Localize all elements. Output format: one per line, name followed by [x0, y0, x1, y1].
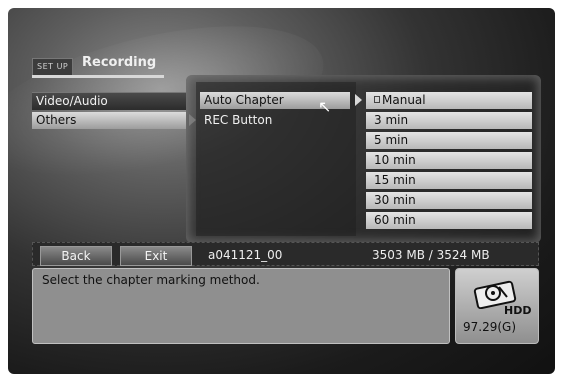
- option-label: 3 min: [374, 113, 409, 127]
- title-name: a041121_00: [208, 248, 283, 262]
- option-label: 15 min: [374, 173, 416, 187]
- option-5-min[interactable]: 5 min: [366, 132, 532, 149]
- option-60-min[interactable]: 60 min: [366, 212, 532, 229]
- menu-item-label: Others: [36, 113, 77, 127]
- menu-item-label: Video/Audio: [36, 94, 108, 108]
- hdd-label: HDD: [504, 304, 532, 317]
- page-title: Recording: [82, 55, 157, 70]
- hdd-free-space: 97.29(G): [463, 320, 517, 334]
- arrow-right-icon: [355, 94, 362, 106]
- menu-item-others[interactable]: Others: [32, 112, 186, 129]
- menu-item-video-audio[interactable]: Video/Audio: [32, 92, 186, 110]
- disk-capacity: 3503 MB / 3524 MB: [372, 248, 490, 262]
- submenu-item-label: Auto Chapter: [204, 93, 284, 107]
- option-15-min[interactable]: 15 min: [366, 172, 532, 189]
- option-label: 60 min: [374, 213, 416, 227]
- option-label: 5 min: [374, 133, 409, 147]
- back-button[interactable]: Back: [40, 246, 112, 266]
- setup-badge: SET UP: [32, 58, 74, 76]
- option-10-min[interactable]: 10 min: [366, 152, 532, 169]
- option-label: Manual: [382, 93, 426, 107]
- submenu-item-label: REC Button: [204, 113, 273, 127]
- help-message: Select the chapter marking method.: [42, 273, 260, 287]
- title-underline: [32, 75, 164, 78]
- option-label: 10 min: [374, 153, 416, 167]
- pointer-cursor-icon: ↖: [318, 97, 332, 116]
- option-manual[interactable]: Manual: [366, 92, 532, 109]
- selected-marker-icon: [374, 96, 380, 103]
- option-label: 30 min: [374, 193, 416, 207]
- exit-button[interactable]: Exit: [120, 246, 192, 266]
- option-3-min[interactable]: 3 min: [366, 112, 532, 129]
- option-30-min[interactable]: 30 min: [366, 192, 532, 209]
